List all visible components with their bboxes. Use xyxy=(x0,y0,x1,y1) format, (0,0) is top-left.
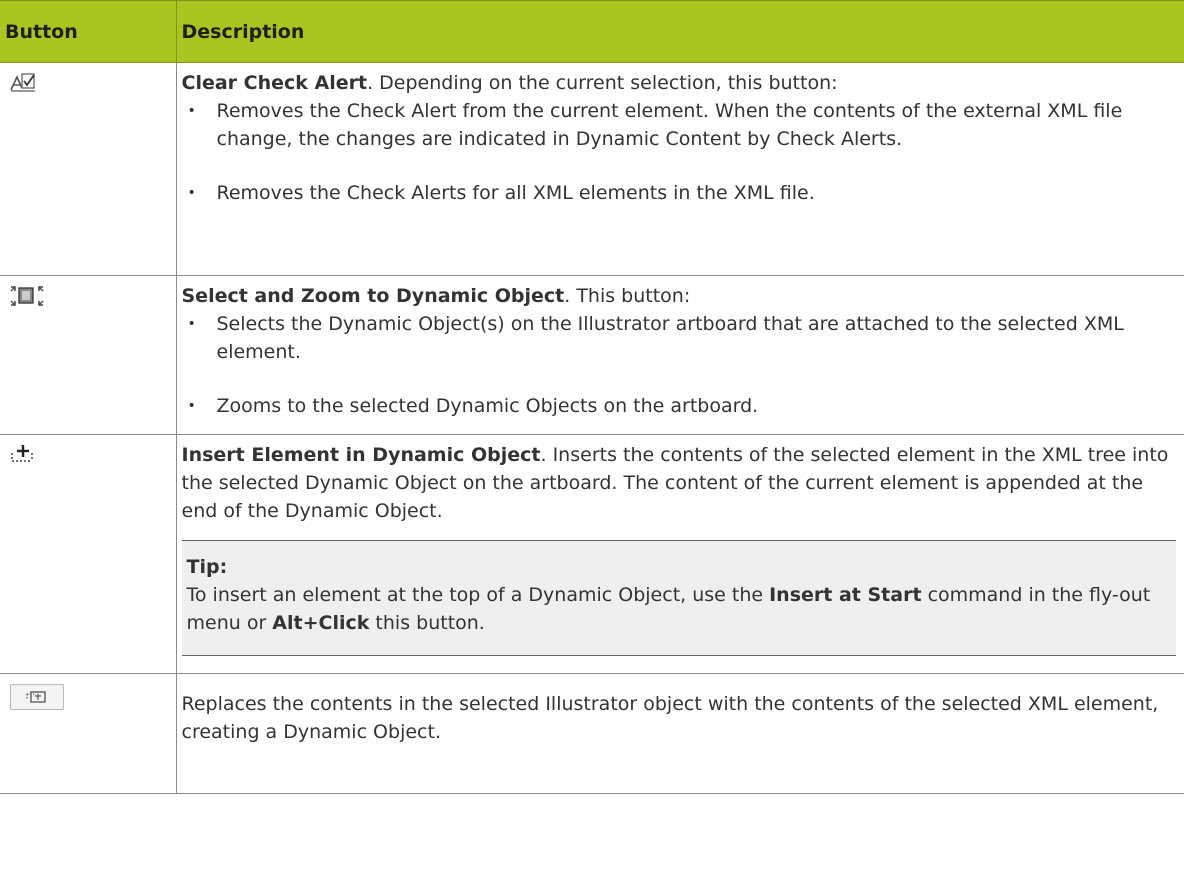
table-header-row: Button Description xyxy=(0,0,1184,63)
description-cell: Replaces the contents in the selected Il… xyxy=(175,673,1184,794)
table-row: Insert Element in Dynamic Object. Insert… xyxy=(0,434,1184,674)
button-description-table: Button Description Clear Check Alert. De… xyxy=(0,0,1184,794)
select-zoom-dynamic-object-icon xyxy=(10,284,44,308)
list-item: • Removes the Check Alerts for all XML el… xyxy=(187,182,815,204)
tip-box: Tip: To insert an element at the top of … xyxy=(181,540,1176,656)
row-intro: . Depending on the current selection, th… xyxy=(367,72,838,94)
button-cell xyxy=(0,275,176,435)
row-title: Clear Check Alert xyxy=(181,72,368,94)
button-cell xyxy=(0,62,176,276)
column-header-description: Description xyxy=(175,0,1184,63)
table-row: Replaces the contents in the selected Il… xyxy=(0,673,1184,794)
row-title: Insert Element in Dynamic Object xyxy=(181,444,541,466)
clear-check-alert-icon xyxy=(10,71,36,93)
description-cell: Select and Zoom to Dynamic Object. This … xyxy=(175,275,1184,435)
replace-contents-icon xyxy=(10,684,64,710)
list-item: • Removes the Check Alert from the curren… xyxy=(187,100,1123,150)
list-item: • Selects the Dynamic Object(s) on the Il… xyxy=(187,313,1124,363)
button-cell xyxy=(0,434,176,674)
table-row: Select and Zoom to Dynamic Object. This … xyxy=(0,275,1184,435)
list-item: • Zooms to the selected Dynamic Objects o… xyxy=(187,395,759,417)
button-cell xyxy=(0,673,176,794)
insert-element-icon xyxy=(10,443,34,465)
row-text: Replaces the contents in the selected Il… xyxy=(181,693,1159,743)
tip-text: To insert an element at the top of a Dyn… xyxy=(186,584,1151,634)
column-header-button: Button xyxy=(0,0,176,63)
description-cell: Clear Check Alert. Depending on the curr… xyxy=(175,62,1184,276)
description-cell: Insert Element in Dynamic Object. Insert… xyxy=(175,434,1184,674)
row-title: Select and Zoom to Dynamic Object xyxy=(181,285,565,307)
table-row: Clear Check Alert. Depending on the curr… xyxy=(0,62,1184,276)
row-intro: . This button: xyxy=(564,285,691,307)
tip-title: Tip: xyxy=(186,556,228,578)
